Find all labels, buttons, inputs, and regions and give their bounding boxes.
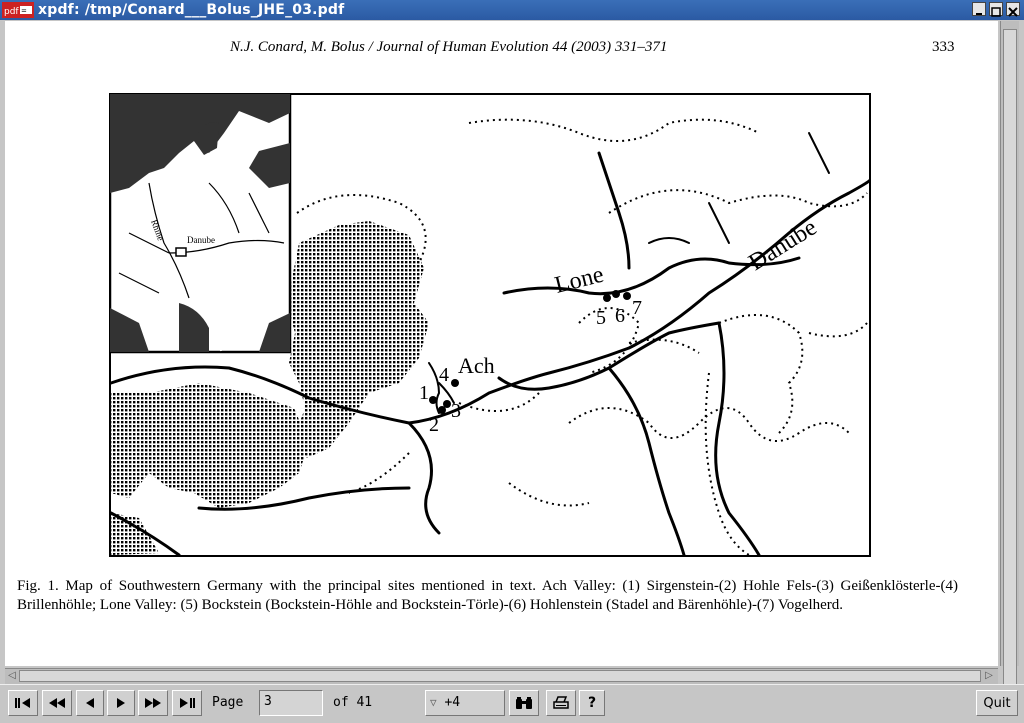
maximize-button[interactable] <box>989 2 1003 17</box>
help-icon: ? <box>587 695 597 711</box>
site-3-label: 3 <box>451 400 461 422</box>
last-page-icon <box>180 698 195 708</box>
find-button[interactable] <box>509 690 539 716</box>
horizontal-scroll-thumb[interactable] <box>19 670 981 682</box>
header-text: N.J. Conard, M. Bolus / Journal of Human… <box>230 39 668 55</box>
document-view[interactable]: N.J. Conard, M. Bolus / Journal of Human… <box>5 21 998 666</box>
vertical-scrollbar[interactable] <box>1000 21 1019 689</box>
next-icon <box>117 698 125 708</box>
page-label: Page <box>212 695 244 710</box>
page-number-input[interactable]: 3 <box>259 690 323 716</box>
prev-icon <box>86 698 94 708</box>
inset-danube-label: Danube <box>187 235 215 245</box>
print-icon <box>553 696 569 709</box>
site-7-label: 7 <box>632 297 642 319</box>
maximize-icon <box>991 7 1001 17</box>
horizontal-scrollbar[interactable]: ◁ ▷ <box>5 668 998 684</box>
svg-text:pdf: pdf <box>4 7 19 17</box>
running-header: N.J. Conard, M. Bolus / Journal of Human… <box>230 39 667 56</box>
page-count-label: of 41 <box>333 695 373 710</box>
next-page-icon <box>145 698 161 708</box>
scroll-left-icon[interactable]: ◁ <box>6 670 18 682</box>
minimize-icon <box>976 13 982 15</box>
site-1-label: 1 <box>419 382 429 404</box>
next-button[interactable] <box>107 690 135 716</box>
prev-page-button[interactable] <box>42 690 72 716</box>
help-button[interactable]: ? <box>579 690 605 716</box>
minimize-button[interactable] <box>972 2 986 16</box>
prev-page-icon <box>49 698 65 708</box>
prev-button[interactable] <box>76 690 104 716</box>
site-6-label: 6 <box>615 305 625 327</box>
chevron-down-icon: ▽ <box>430 696 437 709</box>
toolbar: Page 3 of 41 ▽ +4 ? Quit <box>0 684 1024 723</box>
vertical-scroll-thumb[interactable] <box>1003 29 1017 689</box>
svg-text:=: = <box>21 7 27 15</box>
page-number: 333 <box>932 39 955 55</box>
site-2-label: 2 <box>429 414 439 436</box>
site-4-label: 4 <box>439 364 449 386</box>
print-button[interactable] <box>546 690 576 716</box>
close-icon <box>1008 7 1018 17</box>
figure-map: 1 2 3 4 Ach 5 6 7 Lone Danube Rhine Danu… <box>109 93 871 557</box>
zoom-value: +4 <box>444 695 461 710</box>
zoom-select[interactable]: ▽ +4 <box>425 690 505 716</box>
find-icon <box>516 697 532 709</box>
window-title: xpdf: /tmp/Conard___Bolus_JHE_03.pdf <box>38 2 345 18</box>
scroll-right-icon[interactable]: ▷ <box>983 670 995 682</box>
inset-map: Rhine Danube <box>109 93 292 354</box>
last-page-button[interactable] <box>172 690 202 716</box>
first-page-icon <box>15 698 30 708</box>
quit-button[interactable]: Quit <box>976 690 1018 716</box>
title-bar: pdf = xpdf: /tmp/Conard___Bolus_JHE_03.p… <box>0 0 1024 20</box>
site-5-label: 5 <box>596 307 606 329</box>
xpdf-app-icon[interactable]: pdf = <box>2 2 34 18</box>
ach-label: Ach <box>458 353 495 378</box>
first-page-button[interactable] <box>8 690 38 716</box>
close-button[interactable] <box>1006 2 1020 17</box>
next-page-button[interactable] <box>138 690 168 716</box>
figure-caption: Fig. 1. Map of Southwestern Germany with… <box>17 578 958 613</box>
